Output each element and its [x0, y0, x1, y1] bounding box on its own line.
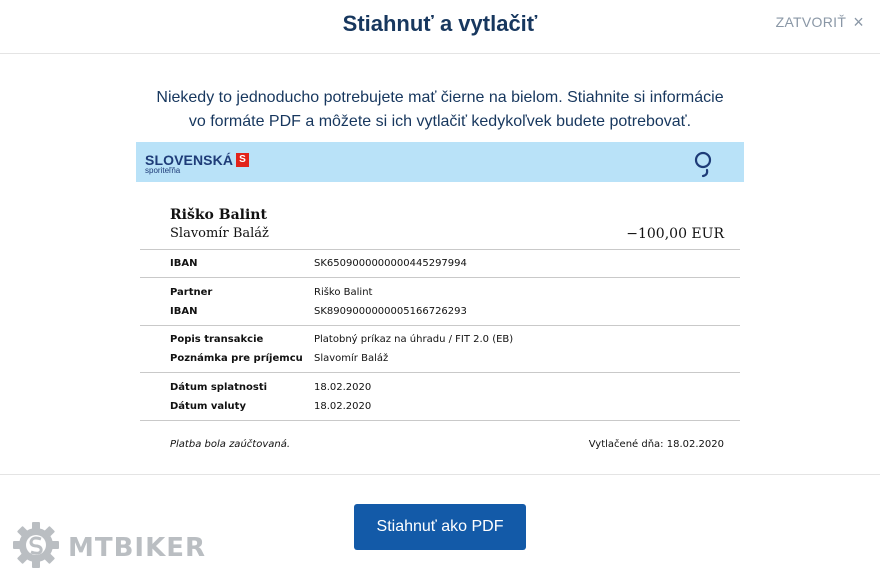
gear-icon — [10, 519, 62, 576]
payment-document-preview: SLOVENSKÁ S sporiteľňa Riško Balint Slav… — [136, 142, 744, 470]
close-button[interactable]: ZATVORIŤ × — [775, 12, 864, 32]
close-icon: × — [853, 12, 864, 32]
divider — [140, 325, 740, 326]
detail-label: Dátum splatnosti — [170, 382, 268, 393]
detail-value: SK6509000000000445297994 — [314, 258, 467, 269]
intro-line-2: vo formáte PDF a môžete si ich vytlačiť … — [188, 113, 692, 130]
divider — [0, 474, 880, 475]
divider — [140, 420, 740, 421]
divider — [140, 249, 740, 250]
detail-label: Partner — [170, 287, 213, 298]
bank-logo: SLOVENSKÁ S sporiteľňa — [145, 152, 250, 175]
payment-amount: −100,00 EUR — [626, 226, 724, 242]
printed-date: Vytlačené dňa: 18.02.2020 — [588, 439, 724, 450]
recipient-block: Riško Balint Slavomír Baláž — [170, 207, 269, 241]
detail-label: Popis transakcie — [170, 334, 264, 345]
detail-value: Riško Balint — [314, 287, 373, 298]
close-label: ZATVORIŤ — [775, 14, 847, 30]
george-logo-icon — [693, 150, 715, 183]
modal-title: Stiahnuť a vytlačiť — [342, 11, 538, 36]
recipient-name: Riško Balint — [170, 207, 267, 223]
detail-label: IBAN — [170, 258, 198, 269]
watermark: MTBIKER — [10, 519, 206, 576]
detail-value: 18.02.2020 — [314, 401, 372, 412]
divider — [140, 277, 740, 278]
divider — [140, 372, 740, 373]
intro-line-1: Niekedy to jednoducho potrebujete mať či… — [156, 89, 724, 106]
detail-label: Poznámka pre príjemcu — [170, 353, 303, 364]
payment-status: Platba bola zaúčtovaná. — [170, 439, 291, 450]
detail-label: Dátum valuty — [170, 401, 246, 412]
bank-logo-mark-icon: S — [236, 153, 250, 167]
bank-brand-bar: SLOVENSKÁ S sporiteľňa — [136, 142, 744, 182]
detail-value: Platobný príkaz na úhradu / FIT 2.0 (EB) — [314, 334, 514, 345]
intro-text: Niekedy to jednoducho potrebujete mať či… — [120, 86, 760, 134]
modal-header: Stiahnuť a vytlačiť ZATVORIŤ × — [0, 0, 880, 54]
download-pdf-button[interactable]: Stiahnuť ako PDF — [354, 504, 526, 550]
watermark-text: MTBIKER — [68, 532, 207, 563]
sender-name: Slavomír Baláž — [170, 226, 269, 241]
detail-label: IBAN — [170, 306, 198, 317]
download-print-modal: Stiahnuť a vytlačiť ZATVORIŤ × Niekedy t… — [0, 0, 880, 580]
detail-value: Slavomír Baláž — [314, 353, 389, 364]
detail-value: 18.02.2020 — [314, 382, 372, 393]
detail-value: SK8909000000005166726293 — [314, 306, 467, 317]
